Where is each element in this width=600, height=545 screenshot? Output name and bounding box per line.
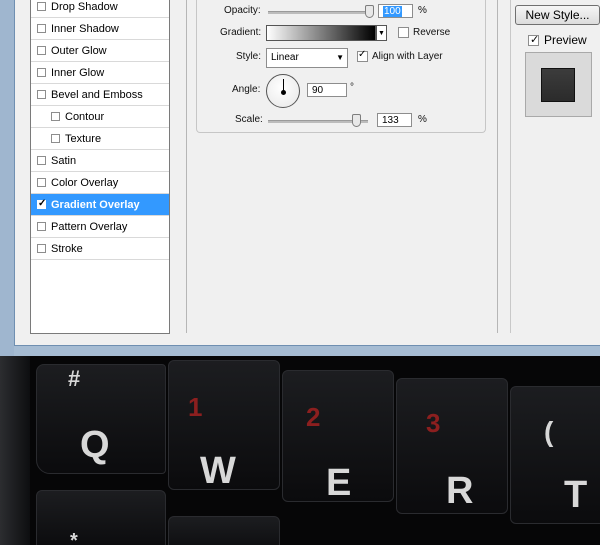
preview-label: Preview [544,33,587,47]
style-item-inner-shadow[interactable]: Inner Shadow [31,18,169,40]
style-item-label: Gradient Overlay [51,198,140,211]
phone-keyboard-image: # Q 1 W 2 E 3 R ( T * [0,356,600,545]
style-item-label: Inner Shadow [51,22,119,35]
key-q-symbol: # [68,366,81,391]
key-a [36,490,166,545]
opacity-input[interactable]: 100 [378,4,413,18]
key-q-letter: Q [80,424,110,466]
style-item-label: Pattern Overlay [51,220,128,233]
style-item-bevel-and-emboss[interactable]: Bevel and Emboss [31,84,169,106]
style-item-checkbox[interactable] [37,90,46,99]
angle-label: Angle: [232,84,261,95]
style-item-label: Contour [65,110,105,123]
preview-checkbox-box[interactable] [528,33,539,46]
style-item-checkbox[interactable] [37,244,46,253]
angle-input[interactable]: 90 [307,83,347,97]
key-w-letter: W [200,450,236,492]
style-item-label: Bevel and Emboss [51,88,143,101]
style-select-value: Linear [271,52,299,63]
preview-checkbox[interactable]: Preview [528,33,587,47]
style-item-checkbox[interactable] [37,46,46,55]
style-item-checkbox[interactable] [51,134,60,143]
degree-unit: ° [350,82,354,93]
style-item-label: Drop Shadow [51,0,118,13]
key-w-number: 1 [188,392,203,422]
style-item-label: Stroke [51,242,83,255]
reverse-checkbox[interactable]: Reverse [398,27,450,38]
style-item-checkbox[interactable] [37,222,46,231]
style-item-checkbox[interactable] [37,198,46,209]
opacity-label: Opacity: [224,5,261,16]
scale-slider-thumb[interactable] [352,114,361,127]
align-with-layer-label: Align with Layer [372,51,443,62]
style-item-outer-glow[interactable]: Outer Glow [31,40,169,62]
style-item-label: Color Overlay [51,176,119,189]
gradient-swatch[interactable] [266,25,376,41]
chevron-down-icon: ▼ [378,30,385,37]
chevron-down-icon: ▼ [336,53,344,62]
style-item-texture[interactable]: Texture [31,128,169,150]
opacity-slider-thumb[interactable] [365,5,374,18]
style-item-satin[interactable]: Satin [31,150,169,172]
right-panel-divider [510,0,511,333]
gradient-label: Gradient: [220,27,262,38]
style-item-inner-glow[interactable]: Inner Glow [31,62,169,84]
style-item-contour[interactable]: Contour [31,106,169,128]
styles-list: Drop Shadow Inner Shadow Outer Glow Inner G… [30,0,170,334]
style-item-label: Inner Glow [51,66,105,79]
key-r-letter: R [446,470,474,512]
reverse-label: Reverse [413,27,451,38]
style-item-checkbox[interactable] [51,112,60,121]
key-r-number: 3 [426,408,441,438]
opacity-slider-track[interactable] [268,11,374,14]
reverse-checkbox-box[interactable] [398,27,409,38]
scale-label: Scale: [235,114,263,125]
style-item-checkbox[interactable] [37,2,46,11]
style-item-label: Texture [65,132,102,145]
style-item-checkbox[interactable] [37,24,46,33]
key-t-symbol: ( [544,416,554,447]
opacity-value: 100 [383,6,402,17]
scale-input[interactable]: 133 [377,113,412,127]
style-select[interactable]: Linear ▼ [266,48,348,68]
align-with-layer-checkbox[interactable]: Align with Layer [357,49,443,62]
style-label: Style: [236,51,262,62]
style-item-pattern-overlay[interactable]: Pattern Overlay [31,216,169,238]
gradient-dropdown-button[interactable]: ▼ [376,25,387,41]
key-e-letter: E [326,462,352,504]
style-item-gradient-overlay[interactable]: Gradient Overlay [31,194,169,216]
phone-bezel [0,356,30,545]
scale-unit: % [418,114,427,125]
style-item-stroke[interactable]: Stroke [31,238,169,260]
align-with-layer-checkbox-box[interactable] [357,49,368,62]
style-item-checkbox[interactable] [37,156,46,165]
style-preview [525,52,592,117]
style-item-checkbox[interactable] [37,68,46,77]
style-item-drop-shadow[interactable]: Drop Shadow [31,0,169,18]
angle-dial[interactable] [266,74,300,108]
key-s [168,516,280,545]
key-t-letter: T [564,474,588,516]
opacity-unit: % [418,5,427,16]
style-item-label: Outer Glow [51,44,107,57]
style-item-label: Satin [51,154,77,167]
key-a-symbol: * [70,530,78,545]
style-item-color-overlay[interactable]: Color Overlay [31,172,169,194]
key-e-number: 2 [306,402,321,432]
angle-dial-center [281,90,286,95]
new-style-button[interactable]: New Style... [515,5,600,25]
style-item-checkbox[interactable] [37,178,46,187]
preview-swatch [541,68,575,102]
